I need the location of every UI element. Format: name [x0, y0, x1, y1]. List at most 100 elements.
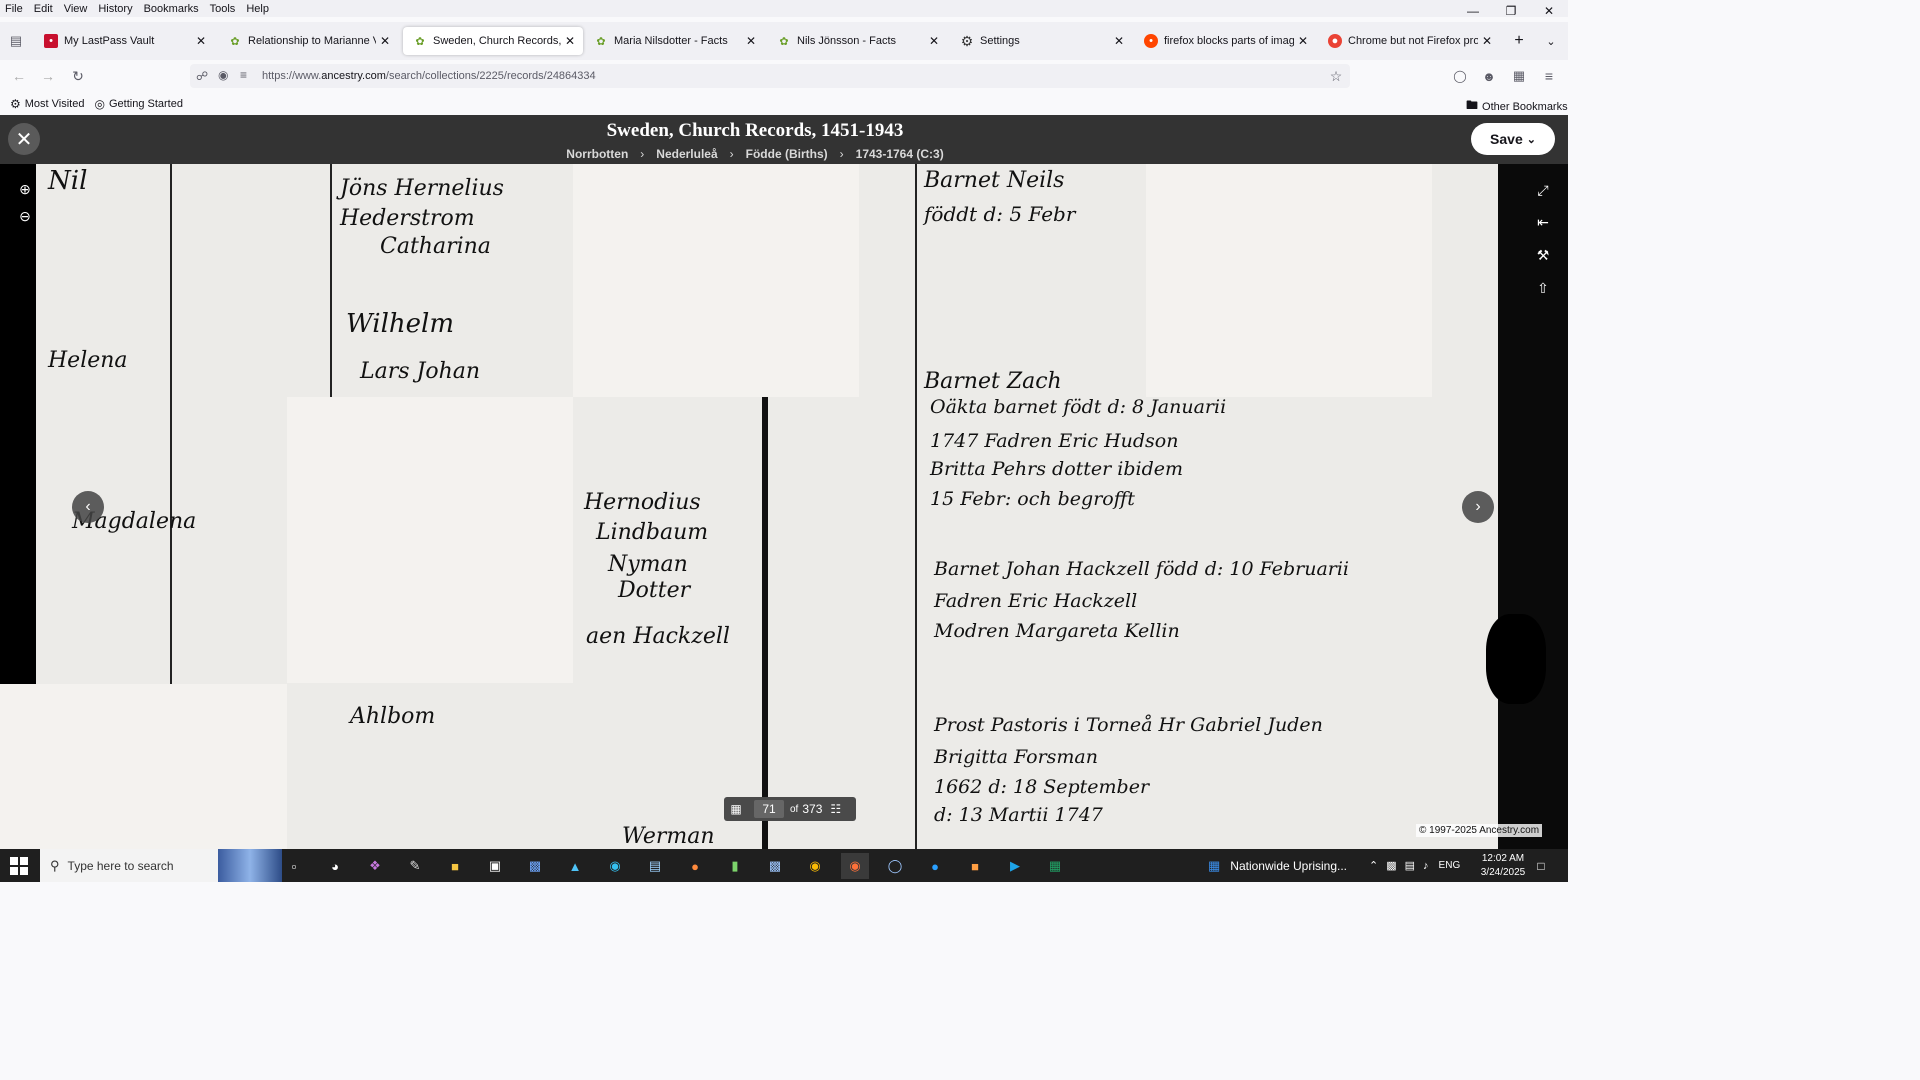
- tab-relationship[interactable]: ✿ Relationship to Marianne Vikstr ✕: [218, 27, 398, 55]
- close-icon[interactable]: ✕: [1110, 34, 1128, 48]
- firefox-icon[interactable]: ◉: [841, 853, 869, 879]
- filmstrip-icon[interactable]: ▦: [724, 802, 748, 816]
- index-panel-icon[interactable]: ☷: [830, 802, 841, 816]
- close-icon[interactable]: ✕: [1478, 34, 1496, 48]
- speedometer-app-icon[interactable]: ◕: [321, 853, 349, 879]
- edge-icon[interactable]: ◉: [601, 853, 629, 879]
- close-icon[interactable]: ✕: [1294, 34, 1312, 48]
- tab-lastpass[interactable]: • My LastPass Vault ✕: [34, 27, 214, 55]
- page-number-input[interactable]: 71: [754, 800, 784, 818]
- terminal-icon[interactable]: ▣: [481, 853, 509, 879]
- breadcrumb-parish[interactable]: Nederluleå: [656, 147, 717, 161]
- notifications-icon[interactable]: □: [1532, 857, 1550, 875]
- next-image-button[interactable]: ›: [1462, 491, 1494, 523]
- menu-bookmarks[interactable]: Bookmarks: [139, 3, 205, 15]
- menu-view[interactable]: View: [59, 3, 94, 15]
- menu-edit[interactable]: Edit: [29, 3, 59, 15]
- fullscreen-icon[interactable]: ⤢: [1531, 178, 1555, 202]
- language-indicator[interactable]: ENG: [1439, 860, 1461, 871]
- other-bookmarks[interactable]: 🖿 Other Bookmarks: [1466, 96, 1568, 117]
- restore-icon[interactable]: ❐: [1492, 0, 1530, 22]
- extensions-icon[interactable]: ▦: [1506, 63, 1532, 89]
- url-bar[interactable]: ☍ ◉ ≡ https://www.ancestry.com/search/co…: [190, 64, 1350, 88]
- handwritten-text: Brigitta Forsman: [934, 746, 1098, 768]
- breadcrumb-record-type[interactable]: Födde (Births): [746, 147, 828, 161]
- reload-icon[interactable]: ↻: [65, 63, 91, 89]
- hamburger-menu-icon[interactable]: ≡: [1536, 63, 1562, 89]
- news-icon[interactable]: ▦: [1208, 858, 1220, 874]
- handwritten-text: Britta Pehrs dotter ibidem: [930, 458, 1184, 480]
- excel-icon[interactable]: ▦: [1041, 853, 1069, 879]
- network-icon[interactable]: ▤: [1405, 859, 1415, 872]
- task-view-icon[interactable]: ▫: [280, 853, 308, 879]
- collapse-panel-icon[interactable]: ⇤: [1531, 210, 1555, 234]
- new-tab-icon[interactable]: +: [1508, 31, 1530, 51]
- permissions-icon[interactable]: ≡: [240, 68, 247, 82]
- tab-nils-jonsson[interactable]: ✿ Nils Jönsson - Facts ✕: [767, 27, 947, 55]
- notes-app-icon[interactable]: ✎: [401, 853, 429, 879]
- tab-church-records[interactable]: ✿ Sweden, Church Records, 1451- ✕: [403, 27, 583, 55]
- save-button[interactable]: Save ⌄: [1471, 123, 1555, 155]
- handwritten-text: 15 Febr: och begrofft: [930, 488, 1135, 510]
- taskbar-search[interactable]: ⚲ Type here to search: [40, 849, 282, 882]
- close-icon[interactable]: ✕: [192, 34, 210, 48]
- close-window-icon[interactable]: ✕: [1530, 0, 1568, 22]
- tab-chrome-firefox[interactable]: ● Chrome but not Firefox proper ✕: [1318, 27, 1500, 55]
- app-icon[interactable]: ●: [921, 853, 949, 879]
- breadcrumb-volume[interactable]: 1743-1764 (C:3): [856, 147, 944, 161]
- tray-app-icon[interactable]: ▩: [1386, 859, 1396, 872]
- app-icon[interactable]: ●: [681, 853, 709, 879]
- tools-wrench-icon[interactable]: ⚒: [1531, 243, 1555, 267]
- menu-tools[interactable]: Tools: [205, 3, 242, 15]
- forward-icon[interactable]: →: [35, 63, 61, 89]
- news-ticker[interactable]: Nationwide Uprising...: [1230, 859, 1347, 873]
- clock[interactable]: 12:02 AM 3/24/2025: [1478, 852, 1528, 880]
- chrome-icon[interactable]: ◉: [801, 853, 829, 879]
- tab-settings[interactable]: ⚙ Settings ✕: [950, 27, 1132, 55]
- tab-maria-nilsdotter[interactable]: ✿ Maria Nilsdotter - Facts ✕: [584, 27, 764, 55]
- app-icon[interactable]: ■: [961, 853, 989, 879]
- close-icon[interactable]: ✕: [742, 34, 760, 48]
- menu-history[interactable]: History: [93, 3, 138, 15]
- bookmark-most-visited[interactable]: ⚙ Most Visited: [10, 97, 84, 111]
- file-explorer-icon[interactable]: ■: [441, 853, 469, 879]
- record-image[interactable]: Nil Jöns Hernelius Hederstrom Catharina …: [0, 164, 1568, 849]
- chevron-down-icon[interactable]: ⌄: [1540, 31, 1562, 51]
- previous-image-button[interactable]: ‹: [72, 491, 104, 523]
- pocket-icon[interactable]: ◯: [1447, 63, 1473, 89]
- breadcrumb-county[interactable]: Norrbotten: [566, 147, 628, 161]
- globe-icon: ◎: [94, 96, 105, 111]
- share-icon[interactable]: ⇧: [1531, 276, 1555, 300]
- close-icon[interactable]: ✕: [925, 34, 943, 48]
- chrome-icon: ●: [1328, 34, 1342, 48]
- app-icon[interactable]: ◯: [881, 853, 909, 879]
- volume-icon[interactable]: ♪: [1423, 860, 1429, 872]
- ancestry-leaf-icon: ✿: [415, 35, 425, 48]
- account-icon[interactable]: ☻: [1476, 63, 1502, 89]
- close-icon[interactable]: ✕: [561, 34, 579, 48]
- search-highlight-image: [218, 849, 282, 882]
- app-icon[interactable]: ▤: [641, 853, 669, 879]
- app-icon[interactable]: ▲: [561, 853, 589, 879]
- lock-icon[interactable]: ◉: [218, 68, 228, 82]
- menu-file[interactable]: File: [0, 3, 29, 15]
- menu-help[interactable]: Help: [241, 3, 275, 15]
- minimize-icon[interactable]: —: [1454, 0, 1492, 22]
- handwritten-text: Catharina: [380, 234, 491, 259]
- close-icon[interactable]: ✕: [376, 34, 394, 48]
- back-icon[interactable]: ←: [6, 63, 32, 89]
- app-icon[interactable]: ▩: [761, 853, 789, 879]
- tab-firefox-blocks[interactable]: • firefox blocks parts of images o ✕: [1134, 27, 1316, 55]
- zoom-in-icon[interactable]: ⊕: [13, 177, 37, 201]
- copilot-icon[interactable]: ❖: [361, 853, 389, 879]
- bookmark-star-icon[interactable]: ☆: [1326, 66, 1346, 86]
- prime-video-icon[interactable]: ▶: [1001, 853, 1029, 879]
- bookmark-getting-started[interactable]: ◎ Getting Started: [94, 97, 182, 111]
- chevron-up-icon[interactable]: ⌃: [1369, 859, 1378, 872]
- app-icon[interactable]: ▮: [721, 853, 749, 879]
- tracking-shield-icon[interactable]: ☍: [196, 69, 208, 83]
- remote-app-icon[interactable]: ▩: [521, 853, 549, 879]
- windows-start-icon[interactable]: [10, 857, 28, 875]
- tab-list-icon[interactable]: ▤: [6, 32, 26, 50]
- zoom-out-icon[interactable]: ⊖: [13, 204, 37, 228]
